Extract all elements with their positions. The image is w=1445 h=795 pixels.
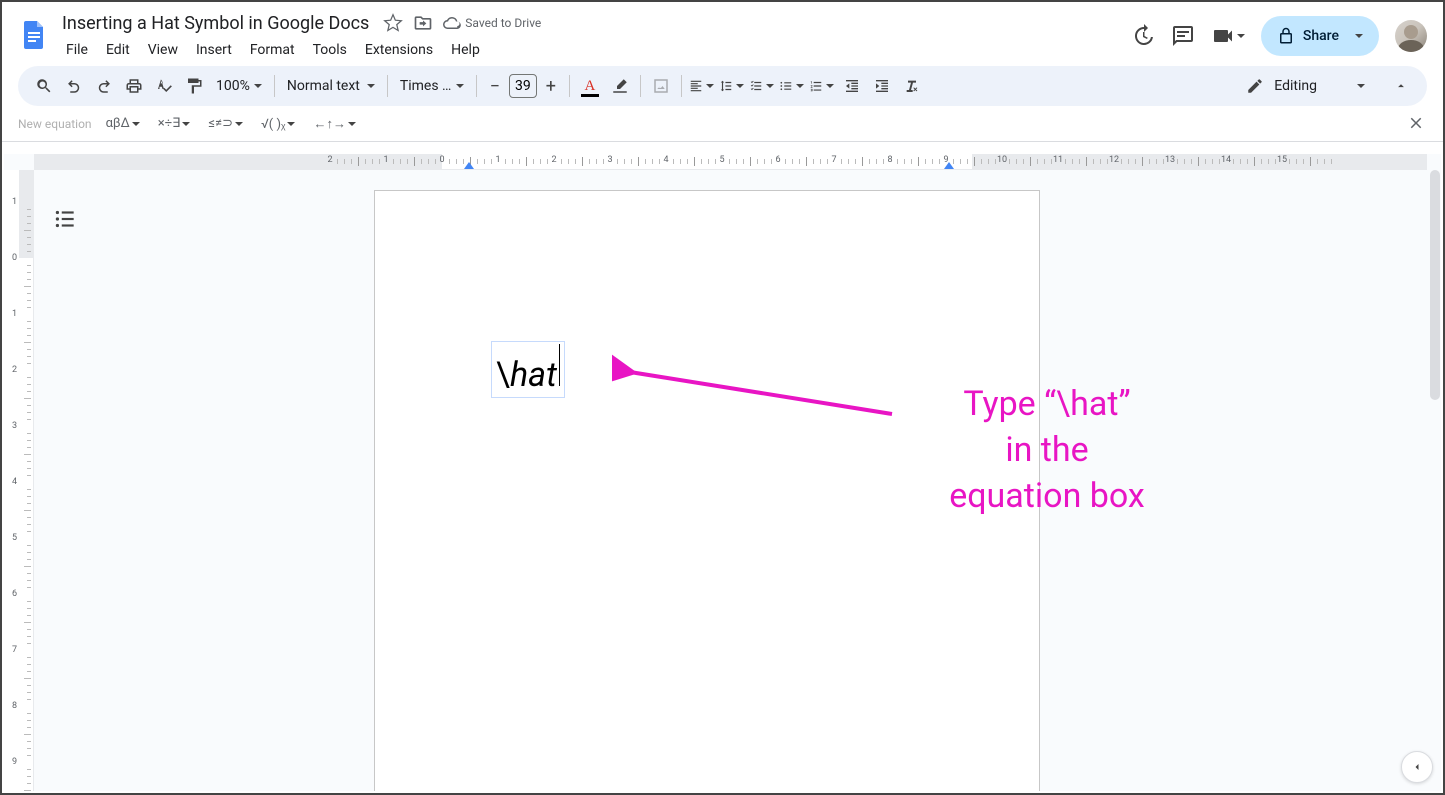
zoom-dropdown[interactable]: 100% (210, 72, 268, 100)
star-icon[interactable] (383, 13, 403, 33)
font-size-input[interactable] (509, 74, 537, 98)
lock-icon (1277, 27, 1295, 45)
search-menus-icon[interactable] (30, 72, 58, 100)
menu-bar: File Edit View Insert Format Tools Exten… (58, 38, 541, 62)
vertical-ruler[interactable]: 10123456789 (4, 170, 34, 791)
chevron-down-icon (1237, 34, 1245, 38)
toolbar: 100% Normal text Times … − + A Editing (18, 66, 1427, 106)
insert-image-icon[interactable] (647, 72, 675, 100)
equation-input-box[interactable]: \hat (491, 341, 565, 398)
cloud-status[interactable]: Saved to Drive (443, 14, 541, 32)
workspace: 210123456789101112131415 10123456789 \ha… (4, 154, 1441, 791)
share-button[interactable]: Share (1261, 16, 1379, 56)
text-cursor (559, 344, 560, 386)
menu-edit[interactable]: Edit (98, 38, 138, 62)
comments-icon[interactable] (1171, 24, 1195, 48)
share-dropdown-icon[interactable] (1347, 34, 1371, 38)
paint-format-icon[interactable] (180, 72, 208, 100)
side-panel-toggle[interactable] (1401, 751, 1433, 783)
font-size-control: − + (483, 74, 563, 98)
cloud-icon (443, 14, 461, 32)
font-size-decrease[interactable]: − (483, 74, 507, 98)
meet-button[interactable] (1211, 24, 1245, 48)
scrollbar-thumb[interactable] (1430, 170, 1440, 400)
editing-mode-dropdown[interactable]: Editing (1236, 77, 1375, 95)
eq-relations-dropdown[interactable]: ≤≠⊃ (204, 114, 247, 133)
text-color-icon[interactable]: A (576, 72, 604, 100)
menu-file[interactable]: File (58, 38, 96, 62)
menu-insert[interactable]: Insert (188, 38, 240, 62)
indent-decrease-icon[interactable] (838, 72, 866, 100)
print-icon[interactable] (120, 72, 148, 100)
account-avatar[interactable] (1395, 20, 1427, 52)
document-title[interactable]: Inserting a Hat Symbol in Google Docs (58, 11, 373, 36)
video-icon (1211, 24, 1235, 48)
menu-tools[interactable]: Tools (305, 38, 355, 62)
font-dropdown[interactable]: Times … (394, 72, 470, 100)
align-dropdown[interactable] (688, 72, 716, 100)
horizontal-ruler[interactable]: 210123456789101112131415 (34, 154, 1427, 170)
history-icon[interactable] (1131, 24, 1155, 48)
highlight-color-icon[interactable] (606, 72, 634, 100)
menu-extensions[interactable]: Extensions (357, 38, 441, 62)
spellcheck-icon[interactable] (150, 72, 178, 100)
pencil-icon (1246, 77, 1264, 95)
eq-math-dropdown[interactable]: √( )ᵪ (257, 114, 299, 134)
close-equation-icon[interactable] (1407, 114, 1425, 132)
bulleted-list-dropdown[interactable] (778, 72, 806, 100)
style-dropdown[interactable]: Normal text (281, 72, 381, 100)
new-equation-label[interactable]: New equation (18, 117, 92, 131)
document-page[interactable]: \hat (374, 190, 1040, 791)
share-label: Share (1303, 28, 1339, 44)
move-icon[interactable] (413, 13, 433, 33)
menu-format[interactable]: Format (242, 38, 303, 62)
undo-icon[interactable] (60, 72, 88, 100)
redo-icon[interactable] (90, 72, 118, 100)
menu-view[interactable]: View (140, 38, 186, 62)
eq-operators-dropdown[interactable]: ×÷∃ (154, 114, 195, 133)
equation-toolbar: New equation αβΔ ×÷∃ ≤≠⊃ √( )ᵪ ←↑→ (2, 106, 1443, 142)
font-size-increase[interactable]: + (539, 74, 563, 98)
vertical-scrollbar[interactable] (1429, 170, 1441, 773)
menu-help[interactable]: Help (443, 38, 488, 62)
save-status-text: Saved to Drive (465, 16, 541, 30)
docs-logo-icon[interactable] (14, 14, 54, 54)
outline-toggle-icon[interactable] (52, 206, 78, 232)
eq-arrows-dropdown[interactable]: ←↑→ (309, 114, 360, 134)
eq-greek-dropdown[interactable]: αβΔ (102, 114, 144, 133)
indent-increase-icon[interactable] (868, 72, 896, 100)
document-canvas[interactable]: \hat (34, 170, 1427, 791)
line-spacing-dropdown[interactable] (718, 72, 746, 100)
collapse-toolbar-icon[interactable] (1387, 72, 1415, 100)
numbered-list-dropdown[interactable] (808, 72, 836, 100)
clear-formatting-icon[interactable] (898, 72, 926, 100)
header: Inserting a Hat Symbol in Google Docs Sa… (2, 2, 1443, 66)
checklist-dropdown[interactable] (748, 72, 776, 100)
